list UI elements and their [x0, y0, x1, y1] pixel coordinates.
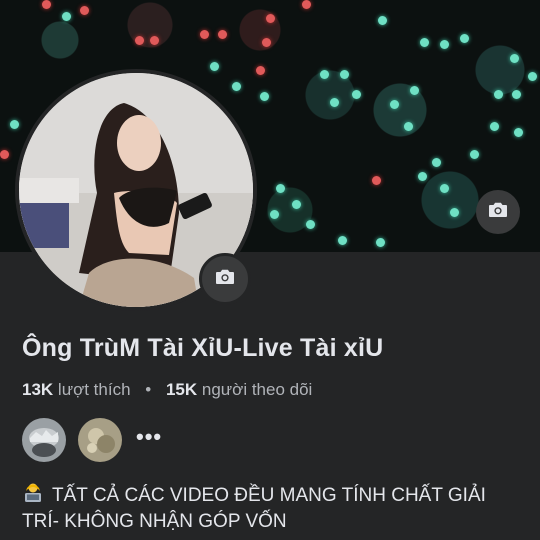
profile-bio: TẤT CẢ CÁC VIDEO ĐỀU MANG TÍNH CHẤT GIẢI… — [22, 482, 527, 535]
camera-icon — [486, 198, 510, 227]
page-title: Ông TrùM Tài XỉU-Live Tài xỉU — [22, 334, 384, 362]
likes-label[interactable]: lượt thích — [58, 380, 131, 399]
friend-avatar[interactable] — [22, 418, 66, 462]
bio-text: TẤT CẢ CÁC VIDEO ĐỀU MANG TÍNH CHẤT GIẢI… — [22, 485, 486, 532]
more-friends-button[interactable]: ••• — [136, 424, 162, 450]
person-laptop-icon — [22, 482, 44, 504]
stats-separator: • — [145, 380, 152, 399]
followers-count[interactable]: 15K — [166, 380, 197, 399]
friends-row: ••• — [22, 418, 162, 462]
friend-avatar[interactable] — [78, 418, 122, 462]
camera-icon — [213, 265, 237, 294]
edit-cover-photo-button[interactable] — [476, 190, 520, 234]
profile-stats: 13K lượt thích • 15K người theo dõi — [22, 380, 312, 400]
likes-count[interactable]: 13K — [22, 380, 53, 399]
followers-label[interactable]: người theo dõi — [202, 380, 312, 399]
edit-avatar-button[interactable] — [199, 253, 251, 305]
